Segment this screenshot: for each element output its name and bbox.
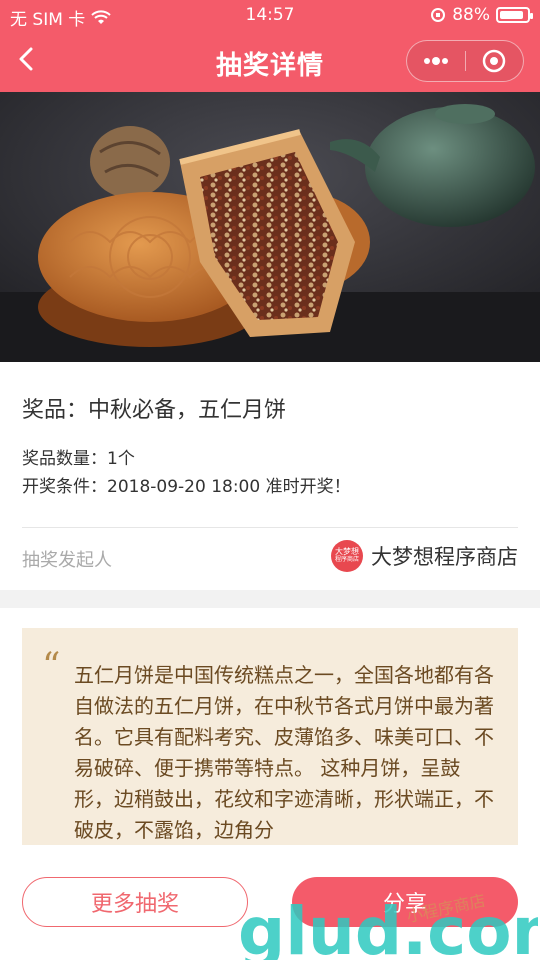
more-dots-icon — [424, 57, 448, 65]
mooncake-illustration — [0, 92, 540, 362]
initiator-profile[interactable]: 大梦想 程序商店 大梦想程序商店 — [331, 540, 518, 572]
description-text: 五仁月饼是中国传统糕点之一，全国各地都有各自做法的五仁月饼，在中秋节各式月饼中最… — [74, 663, 494, 842]
nav-bar: 抽奖详情 — [0, 30, 540, 92]
target-close-icon — [482, 49, 506, 73]
more-menu-button[interactable] — [407, 41, 465, 81]
close-mini-program-button[interactable] — [465, 41, 523, 81]
description-card: “ 五仁月饼是中国传统糕点之一，全国各地都有各自做法的五仁月饼，在中秋节各式月饼… — [22, 628, 518, 868]
prize-quantity: 奖品数量：1个 — [22, 449, 135, 469]
prize-info-card: 奖品：中秋必备，五仁月饼 奖品数量：1个 开奖条件：2018-09-20 18:… — [0, 362, 540, 590]
mini-program-capsule — [406, 40, 524, 82]
share-button[interactable]: 分享 — [292, 877, 518, 927]
avatar: 大梦想 程序商店 — [331, 540, 363, 572]
orientation-lock-icon — [431, 8, 446, 22]
status-right: 88% — [430, 5, 533, 25]
draw-condition: 开奖条件：2018-09-20 18:00 准时开奖！ — [22, 477, 351, 497]
more-lotteries-button[interactable]: 更多抽奖 — [22, 877, 248, 927]
avatar-subtext: 程序商店 — [334, 556, 359, 564]
quote-icon: “ — [42, 646, 61, 687]
battery-percent: 88% — [452, 5, 490, 25]
prize-image — [0, 92, 540, 362]
prize-title: 奖品：中秋必备，五仁月饼 — [22, 398, 287, 423]
status-bar: 无 SIM 卡 14:57 88% — [0, 0, 540, 30]
bottom-action-bar: 更多抽奖 分享 — [0, 845, 540, 960]
battery-icon — [496, 7, 533, 23]
initiator-name: 大梦想程序商店 — [371, 545, 518, 569]
initiator-label: 抽奖发起人 — [22, 550, 112, 571]
divider — [22, 527, 518, 528]
